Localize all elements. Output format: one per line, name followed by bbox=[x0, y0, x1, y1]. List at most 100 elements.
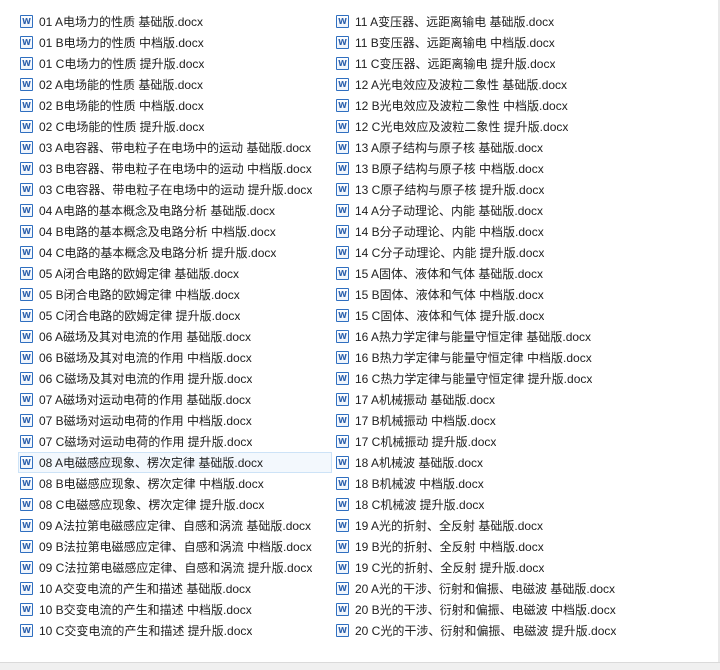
file-item[interactable]: W 10 A交变电流的产生和描述 基础版.docx bbox=[18, 578, 332, 599]
file-name: 11 C变压器、远距离输电 提升版.docx bbox=[355, 57, 556, 71]
file-item[interactable]: W 19 C光的折射、全反射 提升版.docx bbox=[334, 557, 634, 578]
file-name: 06 A磁场及其对电流的作用 基础版.docx bbox=[39, 330, 252, 344]
file-item[interactable]: W 19 A光的折射、全反射 基础版.docx bbox=[334, 515, 634, 536]
file-item[interactable]: W 09 A法拉第电磁感应定律、自感和涡流 基础版.docx bbox=[18, 515, 332, 536]
word-document-icon: W bbox=[20, 477, 33, 490]
word-document-icon: W bbox=[20, 330, 33, 343]
file-item[interactable]: W 16 C热力学定律与能量守恒定律 提升版.docx bbox=[334, 368, 634, 389]
file-item[interactable]: W 02 A电场能的性质 基础版.docx bbox=[18, 74, 332, 95]
file-item[interactable]: W 01 C电场力的性质 提升版.docx bbox=[18, 53, 332, 74]
word-document-icon: W bbox=[336, 582, 349, 595]
file-item[interactable]: W 05 C闭合电路的欧姆定律 提升版.docx bbox=[18, 305, 332, 326]
file-item[interactable]: W 02 B电场能的性质 中档版.docx bbox=[18, 95, 332, 116]
word-document-icon: W bbox=[336, 99, 349, 112]
file-item[interactable]: W 19 B光的折射、全反射 中档版.docx bbox=[334, 536, 634, 557]
file-item[interactable]: W 11 A变压器、远距离输电 基础版.docx bbox=[334, 11, 634, 32]
file-name: 19 A光的折射、全反射 基础版.docx bbox=[355, 519, 544, 533]
file-name: 15 A固体、液体和气体 基础版.docx bbox=[355, 267, 544, 281]
word-document-icon: W bbox=[20, 435, 33, 448]
file-item[interactable]: W 10 B交变电流的产生和描述 中档版.docx bbox=[18, 599, 332, 620]
file-item[interactable]: W 03 C电容器、带电粒子在电场中的运动 提升版.docx bbox=[18, 179, 332, 200]
file-item[interactable]: W 14 A分子动理论、内能 基础版.docx bbox=[334, 200, 634, 221]
file-item[interactable]: W 20 A光的干涉、衍射和偏振、电磁波 基础版.docx bbox=[334, 578, 634, 599]
file-item[interactable]: W 03 B电容器、带电粒子在电场中的运动 中档版.docx bbox=[18, 158, 332, 179]
file-item[interactable]: W 08 B电磁感应现象、楞次定律 中档版.docx bbox=[18, 473, 332, 494]
file-item[interactable]: W 18 B机械波 中档版.docx bbox=[334, 473, 634, 494]
word-document-icon: W bbox=[336, 561, 349, 574]
file-item[interactable]: W 20 C光的干涉、衍射和偏振、电磁波 提升版.docx bbox=[334, 620, 634, 641]
file-item[interactable]: W 13 B原子结构与原子核 中档版.docx bbox=[334, 158, 634, 179]
file-item[interactable]: W 15 A固体、液体和气体 基础版.docx bbox=[334, 263, 634, 284]
file-item[interactable]: W 04 C电路的基本概念及电路分析 提升版.docx bbox=[18, 242, 332, 263]
file-name: 20 A光的干涉、衍射和偏振、电磁波 基础版.docx bbox=[355, 582, 616, 596]
file-item[interactable]: W 09 B法拉第电磁感应定律、自感和涡流 中档版.docx bbox=[18, 536, 332, 557]
word-document-icon: W bbox=[20, 498, 33, 511]
word-document-icon: W bbox=[336, 393, 349, 406]
file-item[interactable]: W 07 C磁场对运动电荷的作用 提升版.docx bbox=[18, 431, 332, 452]
word-document-icon: W bbox=[20, 267, 33, 280]
word-document-icon: W bbox=[20, 99, 33, 112]
file-name: 16 A热力学定律与能量守恒定律 基础版.docx bbox=[355, 330, 592, 344]
word-document-icon: W bbox=[20, 351, 33, 364]
file-item[interactable]: W 04 B电路的基本概念及电路分析 中档版.docx bbox=[18, 221, 332, 242]
file-item[interactable]: W 07 B磁场对运动电荷的作用 中档版.docx bbox=[18, 410, 332, 431]
file-item[interactable]: W 14 C分子动理论、内能 提升版.docx bbox=[334, 242, 634, 263]
file-item[interactable]: W 16 A热力学定律与能量守恒定律 基础版.docx bbox=[334, 326, 634, 347]
word-document-icon: W bbox=[336, 120, 349, 133]
file-item-selected[interactable]: W 08 A电磁感应现象、楞次定律 基础版.docx bbox=[18, 452, 332, 473]
file-item[interactable]: W 05 A闭合电路的欧姆定律 基础版.docx bbox=[18, 263, 332, 284]
word-document-icon: W bbox=[336, 225, 349, 238]
file-item[interactable]: W 12 C光电效应及波粒二象性 提升版.docx bbox=[334, 116, 634, 137]
file-column-left: W 01 A电场力的性质 基础版.docx W 01 B电场力的性质 中档版.doc… bbox=[18, 11, 332, 641]
file-name: 10 A交变电流的产生和描述 基础版.docx bbox=[39, 582, 252, 596]
file-item[interactable]: W 17 C机械振动 提升版.docx bbox=[334, 431, 634, 452]
file-item[interactable]: W 03 A电容器、带电粒子在电场中的运动 基础版.docx bbox=[18, 137, 332, 158]
file-name: 13 A原子结构与原子核 基础版.docx bbox=[355, 141, 544, 155]
file-item[interactable]: W 10 C交变电流的产生和描述 提升版.docx bbox=[18, 620, 332, 641]
file-item[interactable]: W 20 B光的干涉、衍射和偏振、电磁波 中档版.docx bbox=[334, 599, 634, 620]
file-item[interactable]: W 16 B热力学定律与能量守恒定律 中档版.docx bbox=[334, 347, 634, 368]
file-item[interactable]: W 04 A电路的基本概念及电路分析 基础版.docx bbox=[18, 200, 332, 221]
file-item[interactable]: W 01 B电场力的性质 中档版.docx bbox=[18, 32, 332, 53]
word-document-icon: W bbox=[336, 372, 349, 385]
file-item[interactable]: W 17 B机械振动 中档版.docx bbox=[334, 410, 634, 431]
word-document-icon: W bbox=[336, 204, 349, 217]
file-item[interactable]: W 18 A机械波 基础版.docx bbox=[334, 452, 634, 473]
file-item[interactable]: W 14 B分子动理论、内能 中档版.docx bbox=[334, 221, 634, 242]
file-item[interactable]: W 15 B固体、液体和气体 中档版.docx bbox=[334, 284, 634, 305]
file-name: 03 C电容器、带电粒子在电场中的运动 提升版.docx bbox=[39, 183, 313, 197]
file-name: 09 C法拉第电磁感应定律、自感和涡流 提升版.docx bbox=[39, 561, 313, 575]
file-item[interactable]: W 12 B光电效应及波粒二象性 中档版.docx bbox=[334, 95, 634, 116]
word-document-icon: W bbox=[336, 456, 349, 469]
file-item[interactable]: W 06 C磁场及其对电流的作用 提升版.docx bbox=[18, 368, 332, 389]
file-item[interactable]: W 09 C法拉第电磁感应定律、自感和涡流 提升版.docx bbox=[18, 557, 332, 578]
file-name: 07 B磁场对运动电荷的作用 中档版.docx bbox=[39, 414, 252, 428]
file-item[interactable]: W 05 B闭合电路的欧姆定律 中档版.docx bbox=[18, 284, 332, 305]
file-item[interactable]: W 01 A电场力的性质 基础版.docx bbox=[18, 11, 332, 32]
file-item[interactable]: W 13 C原子结构与原子核 提升版.docx bbox=[334, 179, 634, 200]
word-document-icon: W bbox=[336, 57, 349, 70]
file-item[interactable]: W 18 C机械波 提升版.docx bbox=[334, 494, 634, 515]
file-item[interactable]: W 13 A原子结构与原子核 基础版.docx bbox=[334, 137, 634, 158]
file-item[interactable]: W 06 B磁场及其对电流的作用 中档版.docx bbox=[18, 347, 332, 368]
file-name: 14 C分子动理论、内能 提升版.docx bbox=[355, 246, 545, 260]
word-document-icon: W bbox=[336, 36, 349, 49]
file-item[interactable]: W 15 C固体、液体和气体 提升版.docx bbox=[334, 305, 634, 326]
file-name: 04 C电路的基本概念及电路分析 提升版.docx bbox=[39, 246, 277, 260]
file-item[interactable]: W 11 C变压器、远距离输电 提升版.docx bbox=[334, 53, 634, 74]
file-item[interactable]: W 11 B变压器、远距离输电 中档版.docx bbox=[334, 32, 634, 53]
word-document-icon: W bbox=[20, 120, 33, 133]
file-item[interactable]: W 06 A磁场及其对电流的作用 基础版.docx bbox=[18, 326, 332, 347]
file-item[interactable]: W 17 A机械振动 基础版.docx bbox=[334, 389, 634, 410]
file-name: 05 A闭合电路的欧姆定律 基础版.docx bbox=[39, 267, 240, 281]
file-name: 20 B光的干涉、衍射和偏振、电磁波 中档版.docx bbox=[355, 603, 616, 617]
file-item[interactable]: W 08 C电磁感应现象、楞次定律 提升版.docx bbox=[18, 494, 332, 515]
file-item[interactable]: W 02 C电场能的性质 提升版.docx bbox=[18, 116, 332, 137]
word-document-icon: W bbox=[336, 288, 349, 301]
file-name: 14 B分子动理论、内能 中档版.docx bbox=[355, 225, 544, 239]
file-name: 13 B原子结构与原子核 中档版.docx bbox=[355, 162, 544, 176]
file-item[interactable]: W 12 A光电效应及波粒二象性 基础版.docx bbox=[334, 74, 634, 95]
file-name: 18 C机械波 提升版.docx bbox=[355, 498, 485, 512]
file-name: 18 A机械波 基础版.docx bbox=[355, 456, 484, 470]
file-item[interactable]: W 07 A磁场对运动电荷的作用 基础版.docx bbox=[18, 389, 332, 410]
